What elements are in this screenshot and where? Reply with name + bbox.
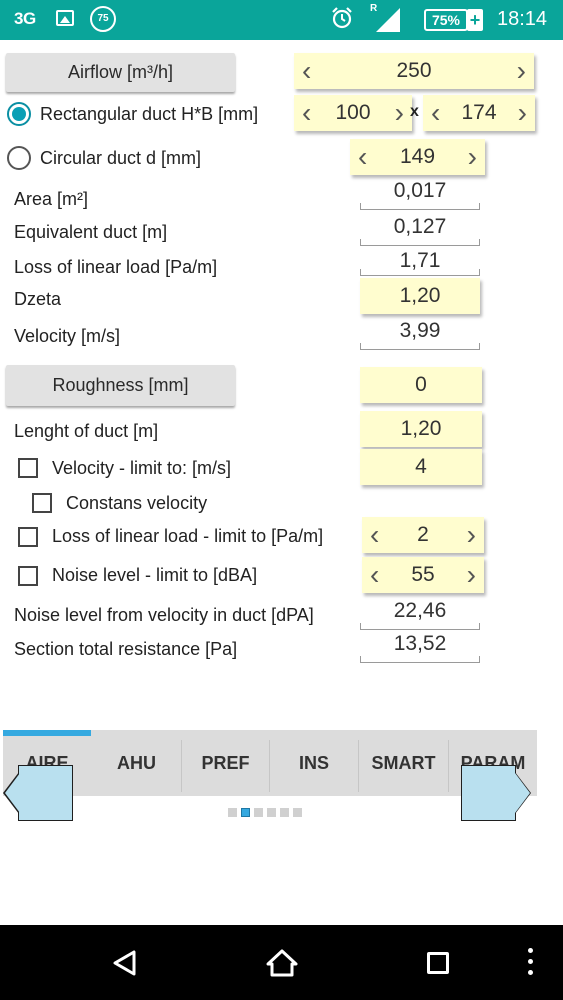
circular-duct-radio[interactable]: [7, 146, 31, 170]
equivalent-duct-value: 0,127: [360, 214, 480, 246]
chevron-left-icon[interactable]: ‹: [302, 57, 311, 85]
back-icon[interactable]: [112, 950, 138, 976]
network-type: 3G: [14, 9, 36, 28]
active-tab-indicator: [3, 730, 91, 736]
page-dot: [254, 808, 263, 817]
section-resistance-label: Section total resistance [Pa]: [14, 639, 238, 659]
tab-smart[interactable]: SMART: [359, 738, 448, 794]
noise-limit-checkbox[interactable]: [18, 566, 38, 586]
noise-limit-label: Noise level - limit to [dBA]: [52, 565, 258, 585]
notification-badge-icon: 75: [90, 6, 116, 32]
image-notification-icon: [56, 10, 74, 26]
battery-icon: 75%: [424, 9, 468, 31]
duct-length-label: Lenght of duct [m]: [14, 421, 159, 441]
rectangular-duct-label: Rectangular duct H*B [mm]: [40, 104, 259, 124]
page-dot: [228, 808, 237, 817]
linear-loss-value: 1,71: [360, 248, 480, 276]
charging-icon: +: [467, 9, 483, 31]
tab-label: PREF: [201, 753, 250, 773]
area-label: Area [m²]: [14, 189, 89, 209]
roughness-value: 0: [415, 373, 427, 396]
tab-label: INS: [298, 753, 329, 773]
velocity-limit-value: 4: [415, 455, 427, 478]
chevron-right-icon[interactable]: ›: [395, 99, 404, 127]
section-resistance-value: 13,52: [360, 631, 480, 663]
circular-diameter-stepper[interactable]: ‹ 149 ›: [350, 139, 485, 175]
page-dot: [293, 808, 302, 817]
chevron-right-icon[interactable]: ›: [517, 57, 526, 85]
velocity-limit-label: Velocity - limit to: [m/s]: [52, 458, 232, 478]
duct-height-stepper[interactable]: ‹ 100 ›: [294, 95, 412, 131]
recent-apps-icon[interactable]: [427, 952, 449, 974]
airflow-value: 250: [396, 59, 432, 82]
chevron-right-icon[interactable]: ›: [468, 143, 477, 171]
previous-arrow-tip-fill: [5, 773, 20, 813]
dzeta-value: 1,20: [399, 284, 441, 307]
alarm-icon: [332, 7, 352, 29]
signal-icon: [376, 8, 400, 32]
constans-velocity-checkbox[interactable]: [32, 493, 52, 513]
chevron-left-icon[interactable]: ‹: [302, 99, 311, 127]
page-indicator: [228, 804, 306, 817]
chevron-left-icon[interactable]: ‹: [358, 143, 367, 171]
clock: 18:14: [497, 8, 548, 30]
next-page-arrow-icon[interactable]: [461, 765, 516, 821]
page-dot-active: [241, 808, 250, 817]
home-icon[interactable]: [266, 949, 298, 977]
tab-ahu[interactable]: AHU: [92, 738, 181, 794]
airflow-button-label: Airflow [m³/h]: [67, 62, 173, 82]
velocity-limit-checkbox[interactable]: [18, 458, 38, 478]
chevron-right-icon[interactable]: ›: [467, 521, 476, 549]
velocity-value: 3,99: [360, 318, 480, 350]
rectangular-duct-radio[interactable]: [7, 102, 31, 126]
airflow-stepper[interactable]: ‹ 250 ›: [294, 53, 534, 89]
airflow-button[interactable]: Airflow [m³/h]: [6, 53, 235, 92]
linear-loss-label: Loss of linear load [Pa/m]: [14, 257, 218, 277]
circular-duct-label: Circular duct d [mm]: [40, 148, 202, 168]
constans-velocity-label: Constans velocity: [66, 493, 208, 513]
page-dot: [280, 808, 289, 817]
equivalent-duct-label: Equivalent duct [m]: [14, 222, 168, 242]
velocity-label: Velocity [m/s]: [14, 326, 121, 346]
tab-label: AHU: [117, 753, 156, 773]
tab-ins[interactable]: INS: [270, 738, 358, 794]
loss-limit-stepper[interactable]: ‹ 2 ›: [362, 517, 484, 553]
more-options-icon[interactable]: [528, 948, 534, 976]
roughness-button[interactable]: Roughness [mm]: [6, 365, 235, 406]
noise-from-velocity-value: 22,46: [360, 598, 480, 630]
chevron-right-icon[interactable]: ›: [518, 99, 527, 127]
page-dot: [267, 808, 276, 817]
noise-from-velocity-label: Noise level from velocity in duct [dPA]: [14, 605, 314, 625]
next-arrow-tip-fill: [515, 773, 530, 813]
loss-limit-checkbox[interactable]: [18, 527, 38, 547]
chevron-left-icon[interactable]: ‹: [370, 521, 379, 549]
duct-length-input[interactable]: 1,20: [360, 411, 482, 447]
loss-limit-label: Loss of linear load - limit to [Pa/m]: [52, 526, 324, 546]
dzeta-label: Dzeta: [14, 289, 62, 309]
roughness-button-label: Roughness [mm]: [52, 375, 189, 395]
chevron-left-icon[interactable]: ‹: [370, 561, 379, 589]
dzeta-input[interactable]: 1,20: [360, 278, 480, 314]
status-bar: 3G 75 R 75% + 18:14: [0, 0, 563, 40]
duct-width-stepper[interactable]: ‹ 174 ›: [423, 95, 535, 131]
chevron-left-icon[interactable]: ‹: [431, 99, 440, 127]
circular-diameter-value: 149: [399, 145, 436, 168]
duct-length-value: 1,20: [400, 417, 442, 440]
roughness-input[interactable]: 0: [360, 367, 482, 403]
tab-label: SMART: [371, 753, 436, 773]
chevron-right-icon[interactable]: ›: [467, 561, 476, 589]
area-value: 0,017: [360, 178, 480, 210]
tab-pref[interactable]: PREF: [182, 738, 269, 794]
dimension-separator: x: [410, 103, 419, 120]
previous-page-arrow-icon[interactable]: [18, 765, 73, 821]
velocity-limit-input[interactable]: 4: [360, 449, 482, 485]
noise-limit-stepper[interactable]: ‹ 55 ›: [362, 557, 484, 593]
